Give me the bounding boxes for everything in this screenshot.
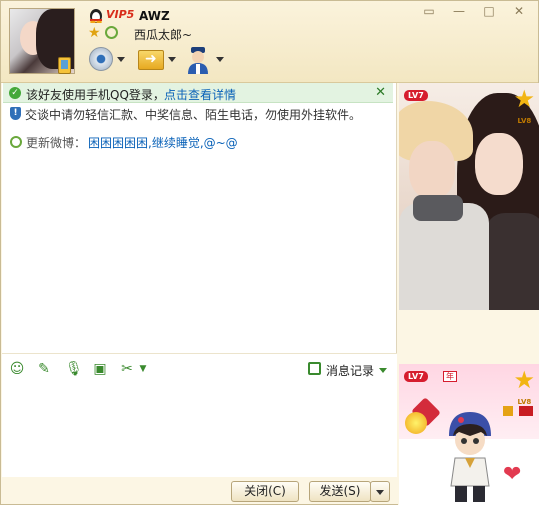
qq-show-character [449, 412, 491, 502]
minimize-button[interactable]: — [446, 2, 472, 20]
photo-detail [485, 213, 539, 310]
input-toolbar: ☺ ✎ 🎙︎ ▣ ✂ ▼ 消息记录 [2, 353, 397, 383]
photo-detail [475, 133, 523, 195]
level-star-icon: ★ LV8 [513, 87, 535, 125]
chevron-down-icon[interactable] [168, 57, 176, 62]
image-icon[interactable]: ▣ [92, 361, 108, 377]
level-star-label: LV8 [517, 117, 532, 125]
sun-icon [405, 412, 427, 434]
chevron-down-icon[interactable] [379, 368, 387, 373]
weibo-content-link[interactable]: 困困困困困,继续睡觉,@~@ [88, 134, 238, 151]
shield-icon: ! [10, 107, 21, 120]
chevron-down-icon[interactable] [216, 57, 224, 62]
view-details-link[interactable]: 点击查看详情 [164, 86, 236, 103]
qq-penguin-icon [90, 9, 102, 23]
close-button[interactable]: 关闭(C) [231, 481, 299, 502]
speaker-icon[interactable] [503, 406, 513, 416]
check-icon: ✓ [9, 87, 21, 99]
level-star-icon: ★ LV8 [513, 368, 535, 406]
right-panel: LV7 ★ LV8 LV7 年 ★ LV8 ❤ [398, 83, 539, 505]
mobile-login-notice: ✓ 该好友使用手机QQ登录， 点击查看详情 ✕ [3, 83, 393, 103]
remote-assist-button[interactable] [184, 45, 226, 75]
folder-arrow-icon [138, 50, 164, 70]
chevron-down-icon[interactable] [117, 57, 125, 62]
friend-nickname: AWZ [139, 9, 170, 23]
send-button[interactable]: 发送(S) [309, 481, 371, 502]
vip-badge[interactable]: VIP5 [106, 8, 134, 21]
chevron-down-icon [376, 490, 384, 495]
star-icon[interactable]: ★ [88, 25, 101, 41]
heart-icon: ❤ [503, 462, 522, 487]
weibo-icon [10, 136, 22, 148]
friend-show-image[interactable]: LV7 ★ LV8 [399, 83, 539, 310]
close-notice-icon[interactable]: ✕ [375, 85, 386, 100]
microphone-icon[interactable]: 🎙︎ [65, 361, 83, 377]
friend-signature: 西瓜太郎~ [134, 28, 193, 42]
webcam-icon [89, 47, 113, 71]
photo-detail [413, 195, 463, 221]
year-badge: 年 [443, 371, 457, 382]
history-icon[interactable] [308, 362, 321, 375]
my-show-image[interactable]: LV7 年 ★ LV8 ❤ [399, 364, 539, 505]
screenshot-scissors-icon[interactable]: ✂ [119, 361, 135, 377]
level-badge: LV7 [404, 371, 428, 382]
mobile-online-icon [58, 57, 71, 74]
security-warning: 交谈中请勿轻信汇款、中奖信息、陌生电话，勿使用外挂软件。 [25, 108, 362, 122]
message-input[interactable] [2, 383, 397, 477]
skin-button[interactable]: ▭ [416, 2, 442, 20]
more-icon[interactable] [519, 406, 533, 416]
mobile-login-text: 该好友使用手机QQ登录， [26, 88, 165, 102]
font-edit-icon[interactable]: ✎ [36, 361, 52, 377]
photo-detail [409, 141, 455, 199]
chat-window: VIP5 AWZ ★ 西瓜太郎~ ▭ — □ ✕ [0, 0, 539, 505]
weibo-icon[interactable] [105, 26, 118, 39]
window-controls: ▭ — □ ✕ [416, 2, 532, 20]
message-history-button[interactable]: 消息记录 [326, 362, 374, 379]
send-options-button[interactable] [370, 481, 390, 502]
video-call-button[interactable] [87, 45, 127, 75]
message-area[interactable]: ✓ 该好友使用手机QQ登录， 点击查看详情 ✕ ! 交谈中请勿轻信汇款、中奖信息… [2, 83, 397, 353]
close-window-button[interactable]: ✕ [506, 2, 532, 20]
level-badge: LV7 [404, 90, 428, 101]
emoji-icon[interactable]: ☺ [9, 361, 25, 377]
maximize-button[interactable]: □ [476, 2, 502, 20]
chat-footer: 关闭(C) 发送(S) [2, 477, 397, 504]
chat-header: VIP5 AWZ ★ 西瓜太郎~ ▭ — □ ✕ [1, 1, 538, 83]
send-file-button[interactable] [136, 45, 178, 75]
person-icon [188, 47, 208, 74]
weibo-label: 更新微博： [26, 136, 87, 150]
chevron-down-icon[interactable]: ▼ [135, 361, 151, 377]
